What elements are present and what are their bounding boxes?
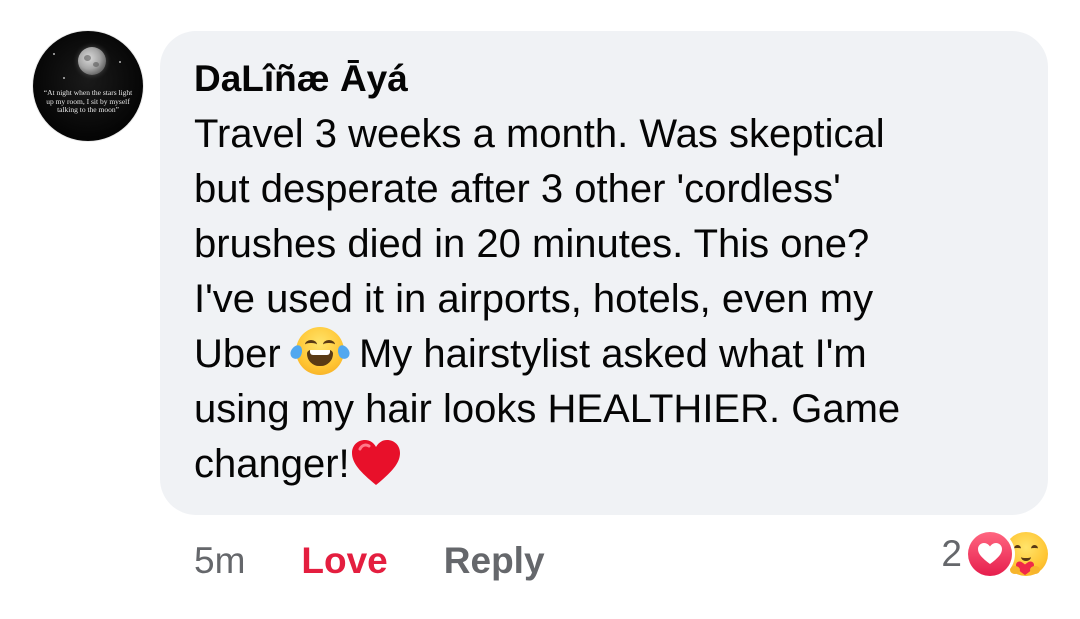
reaction-summary[interactable]: 2 [941, 530, 1048, 578]
comment-text: Travel 3 weeks a month. Was skeptical bu… [194, 107, 1018, 492]
comment-actions: 5m Love Reply [194, 536, 545, 586]
reaction-count: 2 [941, 533, 962, 574]
comment-author[interactable]: DaLîñæ Āyá [194, 57, 1018, 101]
face-with-tears-of-joy-icon [288, 327, 352, 375]
love-reaction-icon [968, 532, 1012, 576]
comment-bubble: DaLîñæ Āyá Travel 3 weeks a month. Was s… [160, 31, 1048, 515]
star-icon [119, 61, 121, 63]
moon-icon [78, 47, 106, 75]
avatar[interactable]: “At night when the stars light up my roo… [33, 31, 143, 141]
star-icon [63, 77, 65, 79]
comment-timestamp[interactable]: 5m [194, 540, 245, 582]
reply-button[interactable]: Reply [444, 540, 545, 582]
avatar-caption: “At night when the stars light up my roo… [43, 88, 133, 114]
love-button[interactable]: Love [301, 540, 387, 582]
red-heart-icon [351, 440, 400, 485]
star-icon [53, 53, 55, 55]
